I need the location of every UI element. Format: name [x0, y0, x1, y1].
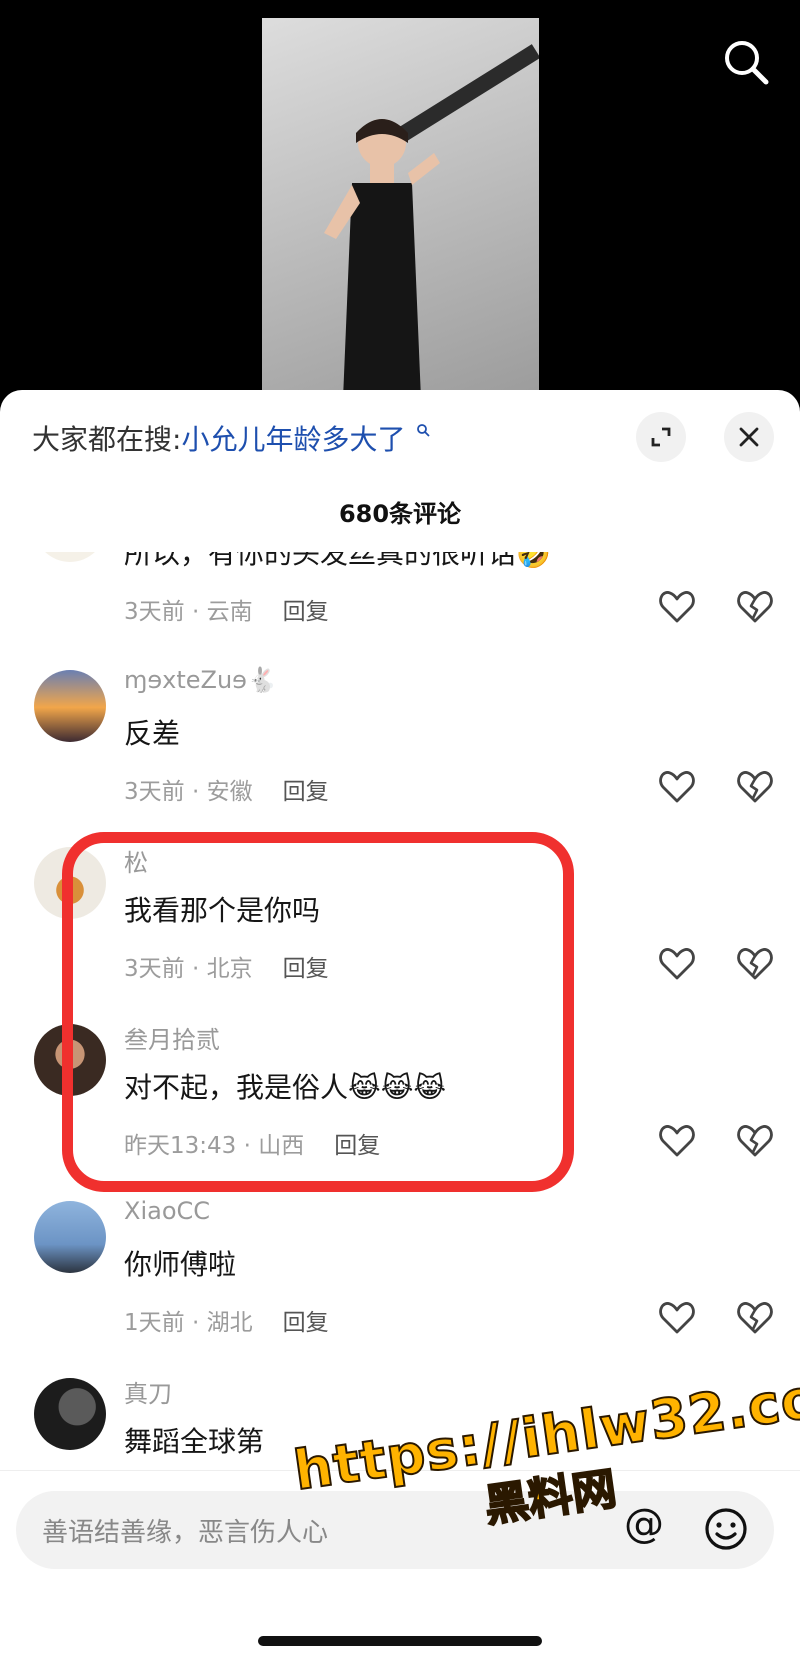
username[interactable]: ɱɘxteZuɘ🐇	[124, 666, 277, 694]
video-frame[interactable]	[262, 18, 539, 410]
broken-heart-icon[interactable]	[736, 1122, 774, 1160]
search-icon[interactable]	[720, 36, 772, 88]
trending-search-link[interactable]: 大家都在搜:小允儿年龄多大了	[32, 418, 430, 458]
comment-text: 所以，有你的头发丝真的很听话🤣	[124, 552, 551, 570]
comment-count: 680条评论	[338, 500, 462, 528]
broken-heart-icon[interactable]	[736, 588, 774, 626]
reply-button[interactable]: 回复	[283, 779, 329, 805]
heart-icon[interactable]	[658, 945, 696, 983]
comment-meta: 1天前 · 湖北 回复	[124, 1303, 329, 1337]
heart-icon[interactable]	[658, 588, 696, 626]
comment-time: 1天前 · 湖北	[124, 1310, 253, 1336]
close-button[interactable]	[724, 412, 774, 462]
comment-input-placeholder: 善语结善缘，恶言伤人心	[42, 1518, 329, 1548]
avatar[interactable]	[34, 1201, 106, 1273]
comment-time: 3天前 · 云南	[124, 599, 253, 625]
broken-heart-icon[interactable]	[736, 945, 774, 983]
heart-icon[interactable]	[658, 1299, 696, 1337]
emoji-icon[interactable]	[704, 1507, 748, 1551]
broken-heart-icon[interactable]	[736, 768, 774, 806]
search-small-icon	[417, 424, 430, 437]
avatar[interactable]	[34, 1378, 106, 1450]
reply-button[interactable]: 回复	[283, 1310, 329, 1336]
reply-button[interactable]: 回复	[283, 599, 329, 625]
comment-meta: 3天前 · 安徽 回复	[124, 772, 329, 806]
username[interactable]: XiaoCC	[124, 1197, 210, 1225]
comment-list[interactable]: 所以，有你的头发丝真的很听话🤣 3天前 · 云南 回复 ɱɘxteZuɘ🐇 反差 …	[0, 552, 800, 1472]
expand-icon	[651, 427, 671, 447]
comment-item: XiaoCC 你师傅啦 1天前 · 湖北 回复	[0, 1197, 800, 1371]
avatar[interactable]	[34, 552, 106, 562]
comment-time: 3天前 · 安徽	[124, 779, 253, 805]
comment-text: 你师傅啦	[124, 1248, 237, 1281]
username[interactable]: 真刀	[124, 1374, 172, 1409]
heart-icon[interactable]	[658, 1122, 696, 1160]
comment-text: 反差	[124, 717, 181, 750]
trending-search-prefix: 大家都在搜:	[32, 423, 182, 456]
comment-item: 所以，有你的头发丝真的很听话🤣 3天前 · 云南 回复	[0, 552, 800, 660]
comment-text: 舞蹈全球第	[124, 1425, 265, 1458]
red-highlight-box	[62, 832, 574, 1192]
trending-search-keyword[interactable]: 小允儿年龄多大了	[181, 423, 405, 456]
comment-item: ɱɘxteZuɘ🐇 反差 3天前 · 安徽 回复	[0, 666, 800, 840]
home-indicator[interactable]	[258, 1636, 542, 1646]
dancer-figure	[324, 119, 440, 410]
avatar[interactable]	[34, 670, 106, 742]
comment-meta: 3天前 · 云南 回复	[124, 592, 329, 626]
heart-icon[interactable]	[658, 768, 696, 806]
broken-heart-icon[interactable]	[736, 1299, 774, 1337]
close-icon	[739, 427, 759, 447]
expand-button[interactable]	[636, 412, 686, 462]
video-player[interactable]	[0, 0, 800, 410]
